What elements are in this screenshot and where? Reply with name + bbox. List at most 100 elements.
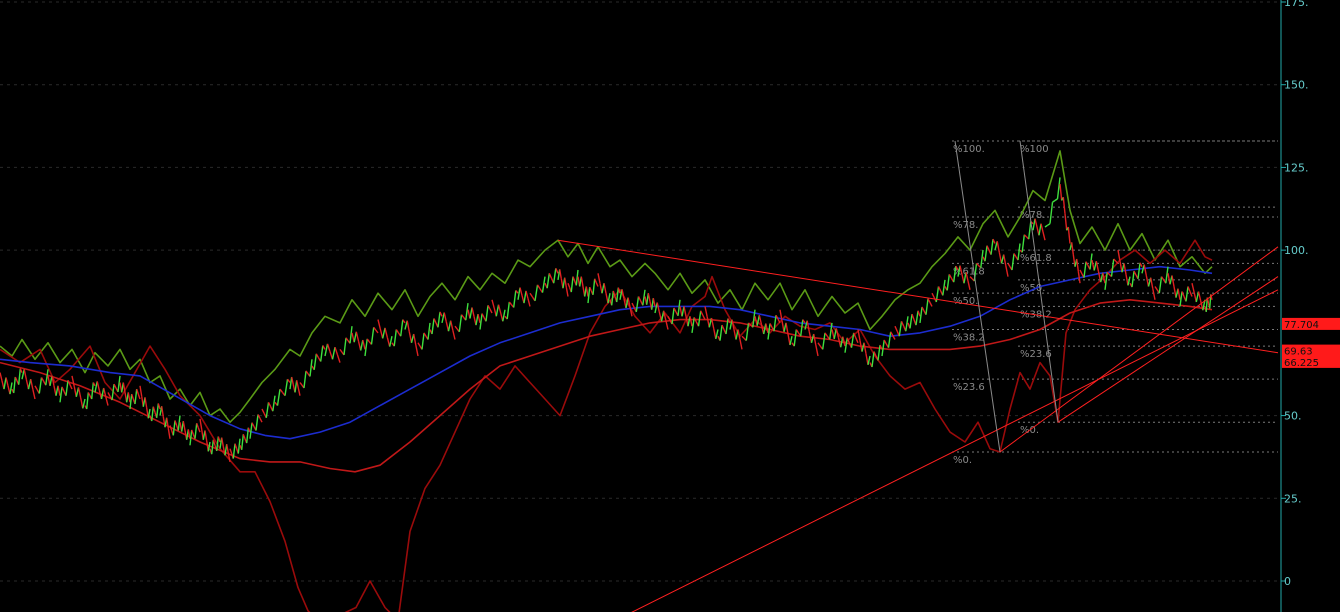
price-bar — [408, 331, 413, 343]
y-axis-tick-label: 100. — [1284, 244, 1309, 257]
price-bar — [57, 385, 61, 396]
price-bar — [984, 245, 988, 262]
price-bar — [523, 290, 527, 304]
price-bar — [1049, 202, 1054, 224]
price-bar — [129, 394, 133, 410]
price-bar — [331, 347, 336, 360]
price-bar — [297, 387, 301, 396]
price-bar — [313, 353, 317, 370]
price-bar — [777, 318, 781, 324]
price-bar — [1028, 221, 1032, 240]
fib-level-label: %23.6 — [953, 382, 985, 393]
price-bar — [1179, 291, 1183, 307]
price-bar — [855, 337, 859, 344]
price-bar — [890, 331, 894, 336]
price-bar — [529, 292, 534, 298]
price-bar — [59, 386, 63, 403]
price-bar — [745, 322, 750, 341]
price-bar — [18, 368, 21, 385]
price-bar — [382, 327, 386, 339]
price-bar — [400, 319, 404, 337]
price-bar — [167, 428, 171, 439]
price-bar — [286, 378, 291, 383]
price-bar — [715, 329, 719, 340]
price-bar — [1158, 276, 1163, 294]
price-bar — [326, 343, 331, 352]
price-bar — [113, 383, 117, 389]
y-axis-tick-label: 175. — [1284, 0, 1309, 9]
price-bar — [38, 377, 43, 394]
price-bar — [996, 241, 1000, 253]
price-bar — [553, 268, 557, 284]
price-bar — [157, 403, 161, 410]
price-bar — [489, 308, 493, 314]
price-bar — [1059, 183, 1063, 201]
price-bar — [813, 333, 817, 346]
price-bar — [94, 381, 98, 393]
price-bar — [857, 329, 861, 341]
price-bar — [197, 427, 201, 433]
price-bar — [471, 307, 475, 317]
price-bar — [1077, 271, 1081, 284]
price-bar — [829, 322, 833, 340]
price-bar — [251, 422, 255, 427]
price-bar — [883, 339, 887, 345]
price-bar — [863, 342, 867, 354]
price-bar — [911, 313, 915, 320]
price-bar — [234, 443, 238, 449]
y-axis-tick-label: 125. — [1284, 161, 1309, 174]
trendline-layer — [557, 140, 1279, 612]
price-bar — [1139, 262, 1143, 268]
price-bar — [673, 307, 677, 313]
price-bar — [303, 370, 307, 389]
price-bar — [364, 338, 368, 357]
price-bar — [980, 250, 984, 268]
price-bar — [1071, 242, 1074, 255]
price-bar — [169, 425, 173, 431]
price-bar — [800, 319, 804, 337]
price-bar — [731, 319, 735, 330]
price-bar — [389, 336, 393, 347]
price-tag-layer: 77.70469.6366.225 — [1282, 317, 1340, 369]
price-bar — [255, 414, 259, 431]
price-bar — [284, 379, 289, 396]
price-bar — [1133, 270, 1137, 276]
price-bar — [517, 287, 521, 300]
price-bar — [30, 379, 34, 390]
price-bar — [217, 436, 221, 443]
price-bar — [1011, 253, 1015, 271]
price-bar — [559, 269, 562, 279]
price-bar — [929, 302, 933, 307]
price-bar — [1177, 288, 1181, 300]
price-bar — [362, 339, 366, 350]
price-bar — [261, 408, 265, 414]
price-bar — [481, 313, 485, 318]
price-bar — [1038, 223, 1042, 236]
price-bar — [393, 329, 397, 347]
price-bar — [0, 372, 3, 381]
price-bar — [937, 286, 942, 292]
price-bar — [107, 392, 111, 397]
price-bar — [570, 276, 574, 293]
price-bar — [370, 327, 375, 345]
price-bar — [439, 311, 443, 317]
price-bar — [61, 386, 65, 392]
price-bar — [406, 320, 410, 332]
price-bar — [534, 284, 539, 302]
price-bar — [421, 332, 425, 350]
price-bar — [603, 283, 607, 294]
price-bar — [172, 420, 176, 436]
price-bar — [887, 331, 892, 348]
price-bar — [437, 311, 441, 328]
trendline — [631, 289, 1279, 612]
price-bar — [597, 273, 601, 284]
price-bar — [139, 385, 143, 397]
price-bar — [377, 319, 381, 330]
price-bar — [1067, 226, 1071, 244]
price-bar — [491, 299, 495, 309]
price-bar — [276, 388, 281, 406]
price-bar — [587, 287, 591, 304]
price-bar — [497, 304, 502, 314]
price-bar — [479, 313, 483, 330]
price-bar — [174, 420, 178, 426]
